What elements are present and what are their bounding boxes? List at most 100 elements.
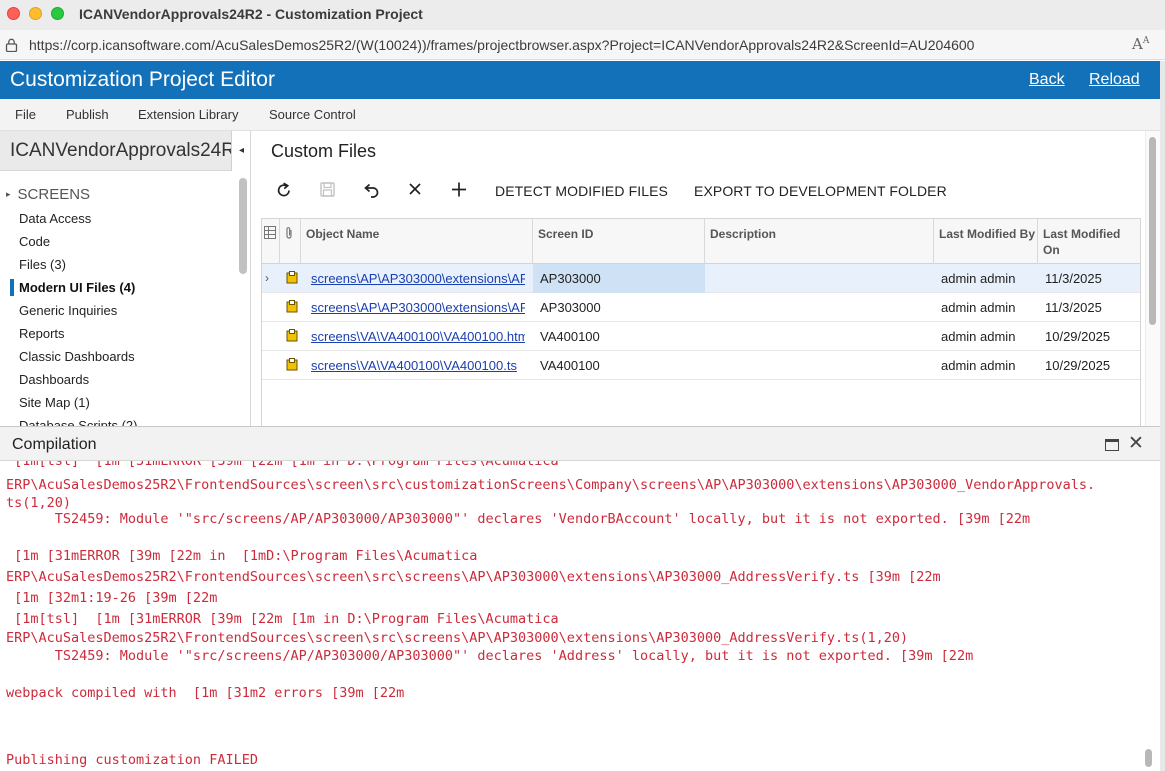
compilation-header: Compilation ✕ (0, 427, 1160, 461)
window-title: ICANVendorApprovals24R2 - Customization … (79, 6, 423, 22)
modified-on-cell: 10/29/2025 (1045, 358, 1111, 373)
log-line: [1m[tsl] [1m [31mERROR [39m [22m [1m in … (6, 461, 559, 469)
table-row[interactable]: screens\VA\VA400100\VA400100.ts VA400100… (262, 351, 1140, 380)
log-line: ERP\AcuSalesDemos25R2\FrontendSources\sc… (6, 569, 941, 585)
table-row[interactable]: › screens\AP\AP303000\extensions\AP… AP3… (262, 264, 1140, 293)
screen-id-cell[interactable]: AP303000 (533, 264, 705, 293)
column-description[interactable]: Description (705, 219, 934, 264)
close-icon[interactable]: ✕ (1128, 432, 1144, 455)
description-cell[interactable] (705, 351, 934, 380)
back-link[interactable]: Back (1029, 71, 1065, 89)
chevron-right-icon: › (265, 271, 269, 285)
log-line: webpack compiled with [1m [31m2 errors [… (6, 685, 405, 701)
screen-id-cell[interactable]: AP303000 (540, 293, 705, 322)
undo-icon[interactable] (359, 179, 383, 201)
screen-id-cell[interactable]: VA400100 (540, 322, 705, 351)
sidebar-item-modern-ui-files[interactable]: Modern UI Files (4) (19, 280, 135, 295)
maximize-icon[interactable] (1105, 439, 1119, 451)
menu-source-control[interactable]: Source Control (269, 107, 356, 122)
address-bar[interactable]: https://corp.icansoftware.com/AcuSalesDe… (0, 30, 1165, 60)
object-name-link[interactable]: screens\AP\AP303000\extensions\AP… (311, 300, 525, 315)
sidebar-item-classic-dashboards[interactable]: Classic Dashboards (19, 349, 135, 364)
log-line: ERP\AcuSalesDemos25R2\FrontendSources\sc… (6, 630, 909, 646)
menu-publish[interactable]: Publish (66, 107, 109, 122)
reader-glyph: A (1132, 35, 1143, 53)
modified-by-cell: admin admin (941, 271, 1016, 286)
url-text[interactable]: https://corp.icansoftware.com/AcuSalesDe… (29, 37, 974, 53)
description-cell[interactable] (705, 322, 934, 351)
app-window: ICANVendorApprovals24R2 - Customization … (0, 0, 1165, 771)
collapse-panel-button[interactable]: ◂ (231, 131, 250, 171)
window-titlebar: ICANVendorApprovals24R2 - Customization … (0, 0, 1165, 30)
file-icon (286, 300, 298, 313)
page-title: Custom Files (271, 141, 377, 161)
object-name-link[interactable]: screens\AP\AP303000\extensions\AP… (311, 271, 525, 286)
active-item-indicator (10, 279, 14, 296)
object-name-link[interactable]: screens\VA\VA400100\VA400100.html (311, 329, 525, 344)
menu-file[interactable]: File (15, 107, 36, 122)
menu-bar: File Publish Extension Library Source Co… (0, 99, 1160, 131)
column-object-name[interactable]: Object Name (301, 219, 533, 264)
compilation-log[interactable]: [1m[tsl] [1m [31mERROR [39m [22m [1m in … (0, 461, 1142, 771)
sidebar-item-dashboards[interactable]: Dashboards (19, 372, 89, 387)
close-window-button[interactable] (7, 7, 20, 20)
sidebar-item-code[interactable]: Code (19, 234, 50, 249)
log-line: TS2459: Module '"src/screens/AP/AP303000… (6, 511, 1031, 527)
export-to-development-folder-button[interactable]: EXPORT TO DEVELOPMENT FOLDER (694, 183, 947, 199)
sidebar-item-database-scripts[interactable]: Database Scripts (2) (19, 418, 138, 426)
detect-modified-files-button[interactable]: DETECT MODIFIED FILES (495, 183, 668, 199)
sidebar-item-data-access[interactable]: Data Access (19, 211, 91, 226)
modified-on-cell: 11/3/2025 (1045, 300, 1102, 315)
reader-glyph-sub: A (1142, 36, 1150, 46)
modified-on-cell: 11/3/2025 (1045, 271, 1102, 286)
reader-mode-icon[interactable]: AA (1132, 35, 1149, 53)
main-scrollbar[interactable] (1149, 137, 1156, 325)
log-line: ts(1,20) (6, 495, 72, 511)
sidebar-item-generic-inquiries[interactable]: Generic Inquiries (19, 303, 117, 318)
tree-section-label: SCREENS (17, 186, 91, 203)
table-row[interactable]: screens\VA\VA400100\VA400100.html VA4001… (262, 322, 1140, 351)
project-tree-panel: ICANVendorApprovals24R2 ◂ ▸ SCREENS Data … (0, 131, 251, 426)
table-icon (264, 226, 276, 239)
log-line: [1m[tsl] [1m [31mERROR [39m [22m [1m in … (6, 611, 559, 627)
app-title: Customization Project Editor (10, 68, 275, 91)
row-selector-column-header[interactable] (262, 219, 280, 264)
attachment-column-header[interactable] (280, 219, 301, 264)
sidebar-item-site-map[interactable]: Site Map (1) (19, 395, 90, 410)
column-last-modified-by[interactable]: Last Modified By (934, 219, 1038, 264)
column-last-modified-on[interactable]: Last Modified On (1038, 219, 1140, 264)
sidebar-item-reports[interactable]: Reports (19, 326, 65, 341)
file-icon (286, 271, 298, 284)
project-name: ICANVendorApprovals24R2 (10, 140, 232, 161)
files-grid: Object Name Screen ID Description Last M… (261, 218, 1141, 426)
menu-extension-library[interactable]: Extension Library (138, 107, 238, 122)
zoom-window-button[interactable] (51, 7, 64, 20)
sidebar-scrollbar[interactable] (239, 178, 247, 274)
table-row[interactable]: screens\AP\AP303000\extensions\AP… AP303… (262, 293, 1140, 322)
file-icon (286, 329, 298, 342)
minimize-window-button[interactable] (29, 7, 42, 20)
lock-icon (5, 38, 18, 52)
column-screen-id[interactable]: Screen ID (533, 219, 705, 264)
save-icon[interactable] (315, 179, 339, 201)
custom-files-panel: Custom Files DETECT MODIFIED FILES EXPOR… (252, 131, 1145, 426)
log-line: TS2459: Module '"src/screens/AP/AP303000… (6, 648, 974, 664)
compilation-scrollbar[interactable] (1145, 749, 1152, 767)
log-line: [1m [31mERROR [39m [22m in [1mD:\Program… (6, 548, 478, 564)
object-name-link[interactable]: screens\VA\VA400100\VA400100.ts (311, 358, 517, 373)
reload-link[interactable]: Reload (1089, 71, 1140, 89)
paperclip-icon (286, 227, 292, 239)
screen-id-cell[interactable]: VA400100 (540, 351, 705, 380)
log-line: Publishing customization FAILED (6, 752, 258, 768)
description-cell[interactable] (705, 293, 934, 322)
tree-section-screens[interactable]: ▸ SCREENS (6, 186, 90, 203)
description-cell[interactable] (705, 264, 934, 293)
close-icon[interactable] (403, 179, 427, 201)
plus-icon[interactable] (447, 179, 471, 201)
refresh-icon[interactable] (272, 179, 296, 201)
compilation-panel: Compilation ✕ [1m[tsl] [1m [31mERROR [39… (0, 426, 1160, 771)
modified-on-cell: 10/29/2025 (1045, 329, 1111, 344)
sidebar-item-files[interactable]: Files (3) (19, 257, 66, 272)
modified-by-cell: admin admin (941, 329, 1016, 344)
window-edge (1160, 61, 1165, 771)
